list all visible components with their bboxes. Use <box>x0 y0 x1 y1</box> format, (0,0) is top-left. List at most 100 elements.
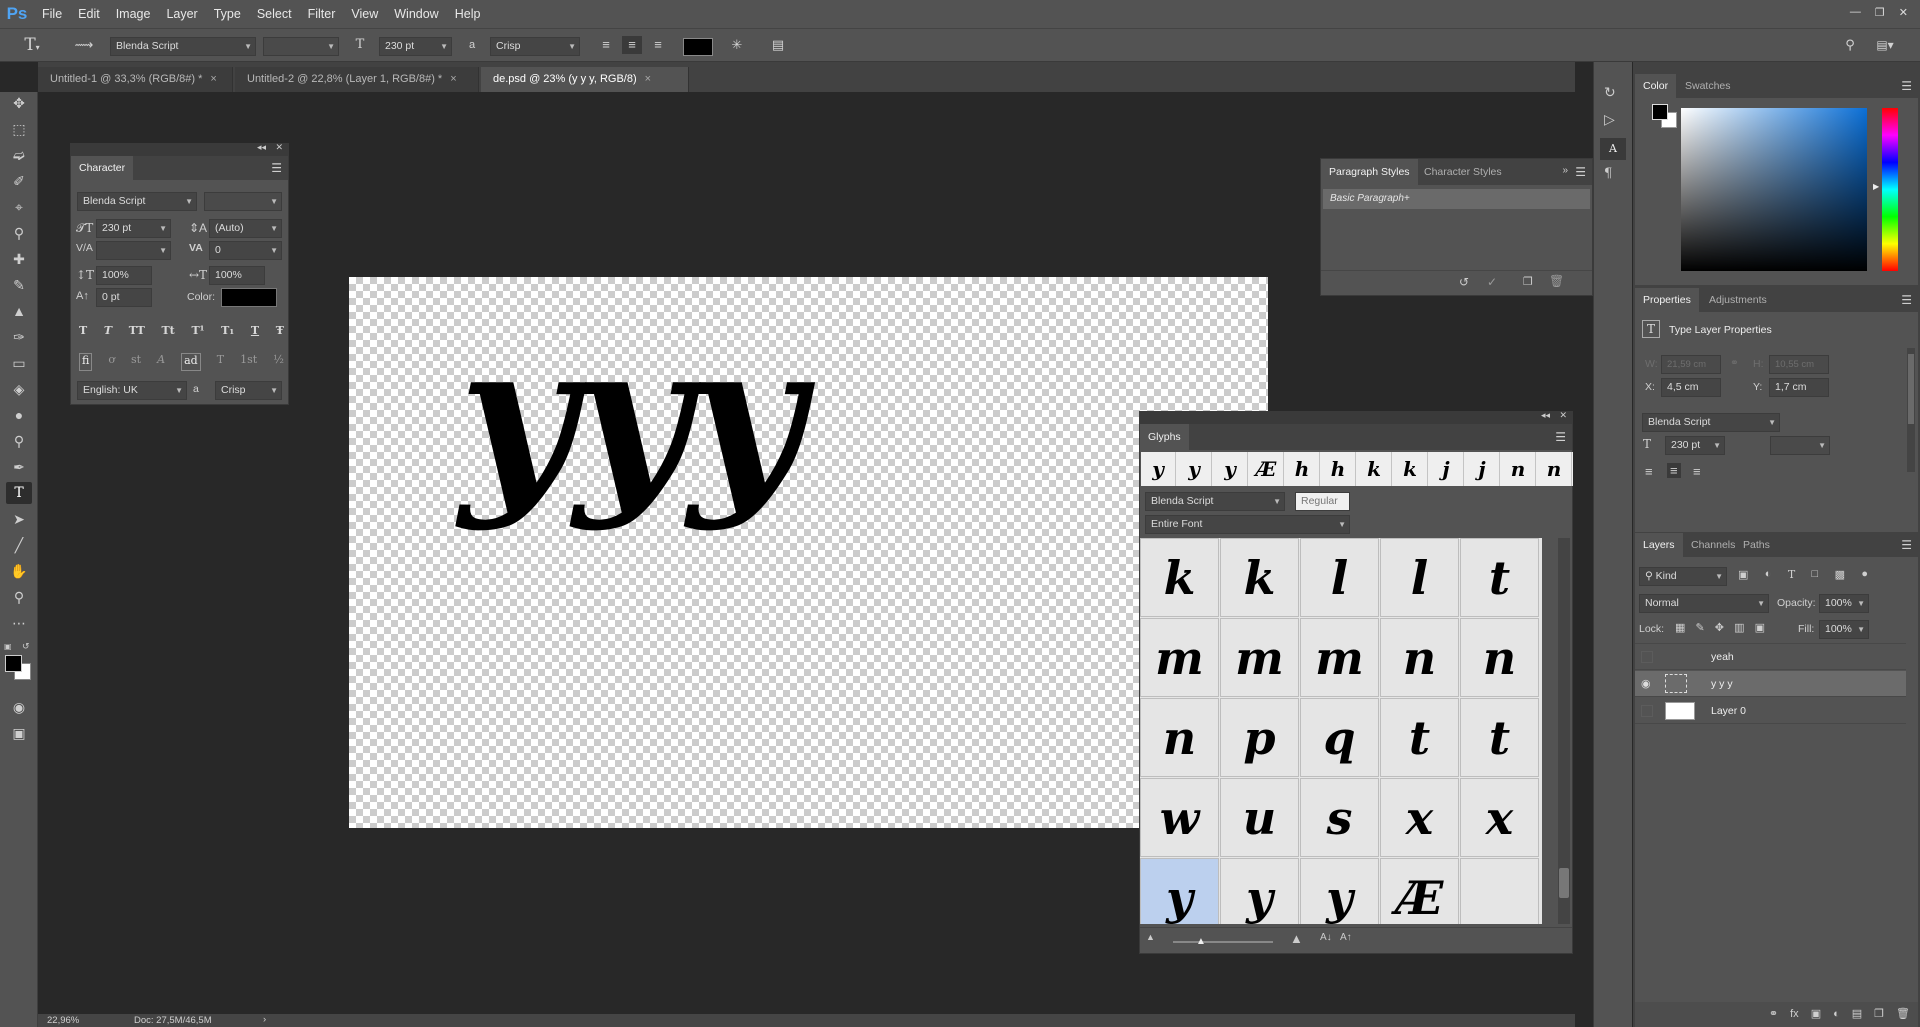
lasso-tool-icon[interactable]: ➫ <box>6 144 32 166</box>
commit-override-icon[interactable]: ✓ <box>1487 275 1497 289</box>
glyphs-style-dropdown[interactable]: Regular <box>1295 492 1350 511</box>
glyph-cell[interactable]: Æ <box>1380 858 1459 924</box>
paragraph-panel-icon[interactable]: ¶ <box>1604 166 1612 181</box>
color-field[interactable] <box>1681 108 1867 271</box>
properties-font-dropdown[interactable]: Blenda Script ▼ <box>1642 413 1780 432</box>
menu-select[interactable]: Select <box>249 7 300 21</box>
glyph-cell[interactable]: u <box>1220 778 1299 857</box>
glyph-cell[interactable]: t <box>1460 698 1539 777</box>
recent-glyph[interactable]: j <box>1465 452 1500 486</box>
titling-alternates-button[interactable]: T <box>217 353 224 371</box>
close-tab-icon[interactable]: × <box>645 73 651 85</box>
eraser-tool-icon[interactable]: ▭ <box>6 352 32 374</box>
link-dimensions-icon[interactable]: ⚭ <box>1730 357 1739 369</box>
recent-glyph[interactable]: n <box>1501 452 1536 486</box>
tab-untitled-2[interactable]: Untitled-2 @ 22,8% (Layer 1, RGB/8#) * × <box>235 67 479 92</box>
menu-help[interactable]: Help <box>447 7 489 21</box>
x-position-field[interactable]: 4,5 cm <box>1661 378 1721 397</box>
recent-glyph[interactable]: h <box>1285 452 1320 486</box>
font-family-dropdown[interactable]: Blenda Script ▼ <box>110 37 256 56</box>
foreground-color-swatch[interactable] <box>5 655 22 672</box>
recent-glyph[interactable]: y <box>1141 452 1176 486</box>
glyph-cell[interactable]: l <box>1300 538 1379 617</box>
layer-filter-kind-dropdown[interactable]: ⚲ Kind ▼ <box>1639 567 1727 586</box>
standard-ligatures-button[interactable]: fi <box>79 353 93 371</box>
restore-icon[interactable]: ❐ <box>1875 6 1885 19</box>
glyph-cell[interactable]: m <box>1300 618 1379 697</box>
align-left-icon[interactable]: ≡ <box>596 36 616 54</box>
fractions-button[interactable]: ½ <box>273 353 284 371</box>
character-font-family-dropdown[interactable]: Blenda Script ▼ <box>77 192 197 211</box>
filter-adjustment-icon[interactable]: ◐ <box>1765 568 1772 584</box>
horizontal-scale-field[interactable]: 100% <box>209 266 265 285</box>
character-font-style-dropdown[interactable]: ▼ <box>204 192 282 211</box>
quick-mask-icon[interactable]: ◉ <box>6 696 32 718</box>
glyphs-font-dropdown[interactable]: Blenda Script ▼ <box>1145 492 1285 511</box>
crop-tool-icon[interactable]: ⌖ <box>6 196 32 218</box>
new-style-icon[interactable]: ❐ <box>1523 275 1533 288</box>
close-icon[interactable]: ✕ <box>1899 6 1908 19</box>
properties-align-right-icon[interactable]: ≡ <box>1693 464 1701 479</box>
warp-text-icon[interactable]: ✳ <box>727 36 747 54</box>
glyph-cell[interactable]: t <box>1460 538 1539 617</box>
collapse-panel-icon[interactable]: ◂◂ <box>257 142 266 153</box>
properties-scrollbar[interactable] <box>1907 348 1915 472</box>
height-field[interactable]: 10,55 cm <box>1769 355 1829 374</box>
close-panel-icon[interactable]: ✕ <box>275 142 283 153</box>
history-brush-tool-icon[interactable]: ✑ <box>6 326 32 348</box>
tab-paragraph-styles[interactable]: Paragraph Styles <box>1321 159 1418 185</box>
expand-icon[interactable]: » <box>1562 165 1568 176</box>
panel-menu-icon[interactable]: ☰ <box>1901 79 1912 93</box>
filter-pixel-icon[interactable]: ▣ <box>1738 568 1748 584</box>
menu-layer[interactable]: Layer <box>158 7 205 21</box>
menu-window[interactable]: Window <box>386 7 446 21</box>
small-caps-button[interactable]: Tt <box>161 324 174 340</box>
character-panel-toggle-icon[interactable]: ▤ <box>768 36 788 54</box>
strikethrough-button[interactable]: Ŧ <box>276 324 284 340</box>
glyphs-scrollbar[interactable] <box>1558 538 1570 924</box>
hue-slider[interactable] <box>1882 108 1898 271</box>
align-right-icon[interactable]: ≡ <box>648 36 668 54</box>
tab-swatches[interactable]: Swatches <box>1677 74 1739 98</box>
tab-character[interactable]: Character <box>71 156 134 180</box>
lock-artboard-icon[interactable]: ▥ <box>1734 621 1744 637</box>
close-tab-icon[interactable]: × <box>450 73 456 85</box>
lock-image-icon[interactable]: ✎ <box>1695 621 1704 637</box>
smaller-glyph-size-icon[interactable]: A↓ <box>1320 932 1332 943</box>
glyph-cell[interactable]: q <box>1300 698 1379 777</box>
new-group-icon[interactable]: ▤ <box>1852 1002 1862 1027</box>
glyph-size-slider-handle[interactable]: ▲ <box>1196 936 1206 947</box>
visibility-toggle-icon[interactable] <box>1641 651 1653 663</box>
healing-brush-tool-icon[interactable]: ✚ <box>6 248 32 270</box>
menu-image[interactable]: Image <box>108 7 159 21</box>
hand-tool-icon[interactable]: ✋ <box>6 560 32 582</box>
glyph-cell[interactable]: x <box>1460 778 1539 857</box>
glyph-cell[interactable]: m <box>1140 618 1219 697</box>
layer-style-icon[interactable]: fx <box>1790 1002 1799 1027</box>
swap-colors-icon[interactable]: ↺ <box>22 641 30 652</box>
new-layer-icon[interactable]: ❐ <box>1874 1002 1884 1027</box>
zoom-tool-icon[interactable]: ⚲ <box>6 586 32 608</box>
collapse-panel-icon[interactable]: ◂◂ <box>1541 410 1550 421</box>
lock-all-icon[interactable]: ▣ <box>1755 621 1765 637</box>
search-icon[interactable]: ⚲ <box>1840 36 1860 54</box>
superscript-button[interactable]: T¹ <box>191 324 204 340</box>
workspace-switcher-icon[interactable]: ▤▾ <box>1870 36 1900 54</box>
canvas-type-layer-text[interactable]: yyy <box>459 317 804 517</box>
lock-position-icon[interactable]: ✥ <box>1715 621 1724 637</box>
language-dropdown[interactable]: English: UK ▼ <box>77 381 187 400</box>
panel-menu-icon[interactable]: ☰ <box>1555 430 1566 444</box>
properties-size-dropdown[interactable]: 230 pt ▼ <box>1665 436 1725 455</box>
blend-mode-dropdown[interactable]: Normal ▼ <box>1639 594 1769 613</box>
properties-align-left-icon[interactable]: ≡ <box>1645 464 1653 479</box>
clone-stamp-tool-icon[interactable]: ▲ <box>6 300 32 322</box>
clear-override-icon[interactable]: ↺ <box>1459 275 1469 289</box>
close-tab-icon[interactable]: × <box>210 73 216 85</box>
toggle-text-orientation-icon[interactable]: ⟿ <box>74 36 94 54</box>
eyedropper-tool-icon[interactable]: ⚲ <box>6 222 32 244</box>
recent-glyph[interactable]: k <box>1357 452 1392 486</box>
move-tool-icon[interactable]: ✥ <box>6 92 32 114</box>
glyphs-scroll-thumb[interactable] <box>1559 868 1569 898</box>
tab-adjustments[interactable]: Adjustments <box>1701 288 1775 312</box>
glyph-cell[interactable] <box>1460 858 1539 924</box>
